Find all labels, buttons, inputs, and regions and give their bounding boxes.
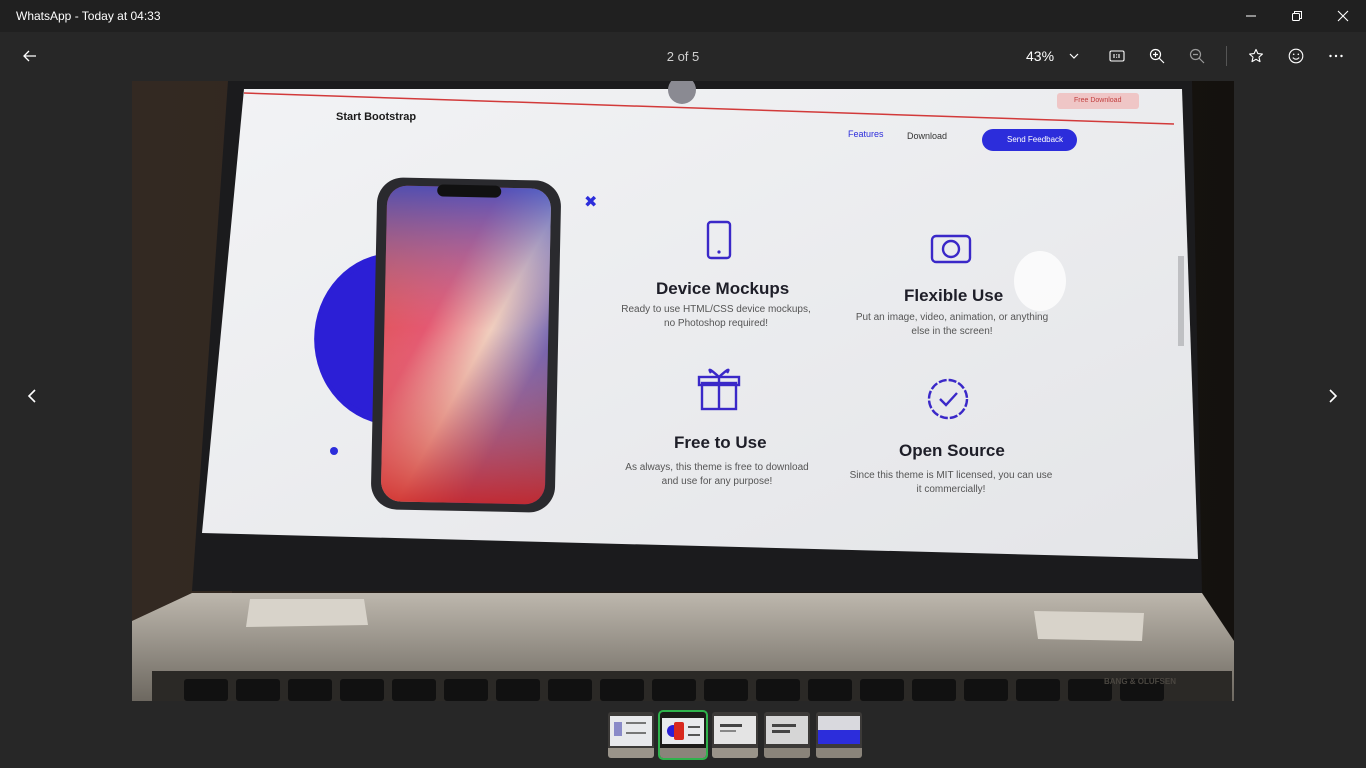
- title-bar: WhatsApp - Today at 04:33: [0, 0, 1366, 32]
- chevron-left-icon: [27, 389, 36, 403]
- photo-free-download: Free Download: [1074, 97, 1122, 104]
- restore-button[interactable]: [1274, 0, 1320, 32]
- feature-desc-line: As always, this theme is free to downloa…: [625, 462, 809, 473]
- feature-title: Free to Use: [674, 433, 767, 452]
- chevron-right-icon: [1329, 389, 1338, 403]
- feature-description: Ready to use HTML/CSS device mockups, no …: [616, 303, 816, 331]
- thumbnail-image: [764, 712, 810, 758]
- smiley-icon: [1288, 48, 1304, 64]
- chevron-down-icon: [1069, 53, 1079, 59]
- feature-title: Device Mockups: [656, 279, 790, 298]
- zoom-out-icon: [1189, 48, 1205, 64]
- zoom-in-icon: [1149, 48, 1165, 64]
- photo-nav-download: Download: [907, 131, 948, 141]
- minimize-icon: [1246, 15, 1256, 17]
- zoom-in-button[interactable]: [1141, 40, 1173, 72]
- toolbar: 2 of 5 43%: [0, 32, 1366, 80]
- thumbnail[interactable]: [608, 712, 654, 758]
- svg-text:✖: ✖: [584, 194, 597, 211]
- thumbnail-image: [816, 712, 862, 758]
- thumbnail-image: [712, 712, 758, 758]
- feature-description: Since this theme is MIT licensed, you ca…: [838, 469, 1064, 497]
- star-icon: [1249, 48, 1263, 63]
- zoom-level: 43%: [1026, 48, 1055, 64]
- feature-desc-line: and use for any purpose!: [661, 476, 773, 487]
- photo-viewer-image[interactable]: ✖ Start Bootstrap Features Download Send…: [132, 81, 1234, 701]
- photo-nav-features: Features: [848, 129, 884, 139]
- zoom-dropdown[interactable]: 43%: [1020, 40, 1086, 72]
- more-icon: [1329, 54, 1343, 58]
- restore-icon: [1292, 11, 1302, 21]
- window-title: WhatsApp - Today at 04:33: [16, 9, 161, 23]
- image-counter: 2 of 5: [666, 49, 700, 64]
- photo-send-feedback: Send Feedback: [1007, 135, 1064, 144]
- arrow-left-icon: [23, 50, 36, 62]
- back-button[interactable]: [14, 40, 46, 72]
- minimize-button[interactable]: [1228, 0, 1274, 32]
- actual-size-button[interactable]: [1101, 40, 1133, 72]
- close-button[interactable]: [1320, 0, 1366, 32]
- previous-image-button[interactable]: [16, 380, 48, 412]
- photo-speaker-brand: BANG & OLUFSEN: [1104, 677, 1176, 686]
- zoom-out-button[interactable]: [1181, 40, 1213, 72]
- favorite-button[interactable]: [1240, 40, 1272, 72]
- thumbnail-image: [608, 712, 654, 758]
- thumbnail-selected[interactable]: [658, 710, 708, 760]
- feature-description: As always, this theme is free to downloa…: [614, 461, 820, 489]
- more-options-button[interactable]: [1320, 40, 1352, 72]
- actual-size-icon: [1109, 50, 1125, 62]
- feature-description: Put an image, video, animation, or anyth…: [844, 311, 1060, 339]
- feature-desc-line: Put an image, video, animation, or anyth…: [855, 312, 1049, 323]
- feature-desc-line: Ready to use HTML/CSS device mockups,: [621, 304, 811, 315]
- feature-desc-line: else in the screen!: [911, 326, 993, 337]
- thumbnail[interactable]: [764, 712, 810, 758]
- photo-brand: Start Bootstrap: [336, 111, 417, 123]
- feature-desc-line: Since this theme is MIT licensed, you ca…: [849, 470, 1053, 481]
- toolbar-separator: [1226, 46, 1227, 66]
- next-image-button[interactable]: [1317, 380, 1349, 412]
- feature-desc-line: it commercially!: [916, 484, 986, 495]
- feature-title: Flexible Use: [904, 286, 1004, 305]
- thumbnail-image: [660, 712, 706, 758]
- thumbnail[interactable]: [816, 712, 862, 758]
- close-icon: [1337, 10, 1349, 22]
- reaction-button[interactable]: [1280, 40, 1312, 72]
- thumbnail[interactable]: [712, 712, 758, 758]
- feature-title: Open Source: [899, 441, 1005, 460]
- photo-illustration: ✖: [132, 81, 1234, 701]
- feature-desc-line: no Photoshop required!: [664, 318, 768, 329]
